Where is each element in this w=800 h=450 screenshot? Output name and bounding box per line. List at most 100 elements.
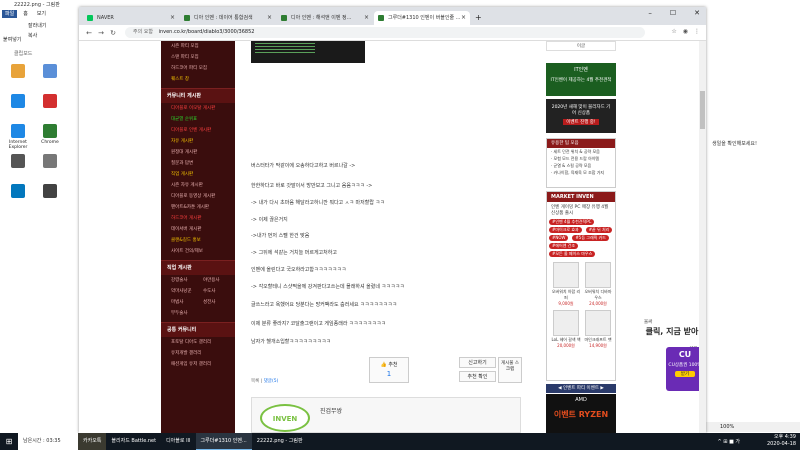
desktop-icon[interactable]: Internet Explorer bbox=[2, 124, 34, 150]
maximize-button[interactable]: ☐ bbox=[670, 9, 676, 17]
sidebar-link[interactable]: 데이서버 게시판 bbox=[161, 224, 235, 235]
star-icon[interactable]: ☆ bbox=[671, 28, 676, 35]
sidebar-link[interactable]: 퀘스트 창 bbox=[161, 74, 235, 85]
browser-tab[interactable]: 그루더#1310 인벤이 버블인줄 ... × bbox=[374, 11, 470, 25]
desktop-icon[interactable] bbox=[34, 94, 66, 110]
account-icon[interactable]: ◉ bbox=[683, 28, 688, 35]
sidebar-link[interactable]: 패션게임 유저 갤러리 bbox=[161, 359, 235, 370]
sidebar-link[interactable]: 유저개발 갤러리 bbox=[161, 348, 235, 359]
tab-close-icon[interactable]: × bbox=[267, 11, 272, 25]
it-inven-banner[interactable]: IT인벤 IT인벤이 제공하는 4월 추천견적 bbox=[546, 63, 616, 96]
tab-close-icon[interactable]: × bbox=[461, 11, 466, 25]
class-link[interactable]: 야만용사 bbox=[203, 275, 235, 286]
taskbar-app[interactable]: 디아블로 III bbox=[161, 433, 195, 450]
market-chip[interactable]: #모든 올 페이스 마우스 bbox=[549, 251, 596, 257]
sidebar-link[interactable]: 디아블로 이모탈 게시판 bbox=[161, 103, 235, 114]
copy-button[interactable]: 복사 bbox=[28, 32, 37, 39]
tray-icons[interactable]: ^ ⊞ ■ 가 bbox=[718, 438, 740, 445]
sidebar-link[interactable]: 디아블로 동영상 게시판 bbox=[161, 191, 235, 202]
sidebar-link[interactable]: 시즌 파티 모집 bbox=[161, 41, 235, 52]
tab-close-icon[interactable]: × bbox=[364, 11, 369, 25]
market-chip[interactable]: #마이크로 효과 bbox=[549, 227, 582, 233]
sidebar-link[interactable]: 클랜&길드 홍보 bbox=[161, 235, 235, 246]
market-product[interactable]: LoL 헤어 갈색 책 20,000원 bbox=[551, 310, 581, 349]
menu-icon[interactable]: ⋮ bbox=[694, 28, 700, 35]
taskbar-app[interactable]: 카카오톡 bbox=[78, 433, 107, 450]
reload-icon[interactable]: ↻ bbox=[107, 29, 119, 37]
author-name[interactable]: 진검무쌍 bbox=[320, 406, 342, 415]
new-tab-button[interactable]: + bbox=[471, 11, 486, 25]
class-link[interactable]: 수도사 bbox=[203, 286, 235, 297]
taskbar-app[interactable]: 그루더#1310 인벤... bbox=[195, 433, 252, 450]
sidebar-link[interactable]: 디아블로 인벤 게시판 bbox=[161, 125, 235, 136]
cu-button[interactable]: 받기 bbox=[675, 371, 695, 377]
sidebar-link[interactable]: 포토탈 디아도 갤러리 bbox=[161, 337, 235, 348]
ad-headline[interactable]: 클릭, 지금 받아! bbox=[646, 326, 702, 337]
recommend-check-button[interactable]: 추천 확인 bbox=[459, 371, 496, 382]
sidebar-link[interactable]: 질문과 답변 bbox=[161, 158, 235, 169]
sidebar-link[interactable]: 하드코어 게시판 bbox=[161, 213, 235, 224]
paint-menu-view[interactable]: 보기 bbox=[34, 10, 49, 18]
scrap-button[interactable]: 게시물 스크랩 bbox=[498, 357, 522, 383]
tip-link[interactable]: · 모험 모드 전용 드랍 아이템 bbox=[547, 155, 615, 162]
sidebar-link[interactable]: 스탠 파티 모집 bbox=[161, 52, 235, 63]
market-chip[interactable]: #에어앤 건조 bbox=[549, 243, 579, 249]
market-chip[interactable]: #인벤 4월 추천견적PC bbox=[549, 219, 595, 225]
close-button[interactable]: ✕ bbox=[694, 9, 700, 17]
security-warning[interactable]: 주의 요함 bbox=[133, 29, 153, 35]
market-product[interactable]: 오버워치 아랍 리퍼 9,000원 bbox=[551, 262, 581, 307]
sidebar-link[interactable]: 사이트 건의/제보 bbox=[161, 246, 235, 257]
desktop-icon[interactable] bbox=[2, 154, 34, 170]
taskbar-app[interactable]: 블리자드 Battle.net bbox=[106, 433, 161, 450]
clock[interactable]: 오후 4:39 2020-04-18 bbox=[767, 434, 796, 448]
scroll-thumb[interactable] bbox=[700, 91, 705, 129]
back-icon[interactable]: ← bbox=[83, 29, 95, 37]
event-pager[interactable]: ◀ 인벤트 파티 이벤트 ▶ bbox=[546, 384, 616, 393]
top-button[interactable]: 이글 bbox=[546, 41, 616, 51]
market-chip[interactable]: #5등 그래픽 카드 bbox=[572, 235, 609, 241]
desktop-icon[interactable]: Chrome bbox=[34, 124, 66, 145]
taskbar-search[interactable]: 남은시간 : 03:35 bbox=[18, 433, 78, 450]
sidebar-link[interactable]: 자유 게시판 bbox=[161, 136, 235, 147]
class-link[interactable]: 성전사 bbox=[203, 297, 235, 308]
recommend-button[interactable]: 👍 추천 1 bbox=[369, 357, 409, 383]
windows-start-icon[interactable]: ⊞ bbox=[0, 433, 18, 450]
tip-link[interactable]: · 카나이함, 육재육 모 조합 가지 bbox=[547, 169, 615, 176]
market-chip[interactable]: #끝 뒤 처리 bbox=[585, 227, 613, 233]
class-link[interactable] bbox=[203, 308, 235, 319]
paint-menu-home[interactable]: 홈 bbox=[20, 10, 31, 18]
desktop-icon[interactable] bbox=[34, 64, 66, 80]
tip-link[interactable]: · 세트 던전 위치 & 공략 모음 bbox=[547, 148, 615, 155]
forward-icon[interactable]: → bbox=[95, 29, 107, 37]
desktop-icon[interactable] bbox=[2, 184, 34, 200]
desktop-icon[interactable] bbox=[34, 154, 66, 170]
paste-button[interactable]: 붙여넣기 bbox=[3, 36, 21, 43]
report-button[interactable]: 신고하기 bbox=[459, 357, 496, 368]
paint-zoom[interactable]: 100% bbox=[706, 422, 800, 432]
sidebar-link[interactable]: 대균열 순위표 bbox=[161, 114, 235, 125]
scrollbar[interactable] bbox=[699, 41, 706, 433]
blizzard-gear-banner[interactable]: 2020년 새해 맞이 블리자드 기어 신상품 이벤트 진행 중! bbox=[546, 99, 616, 133]
browser-tab[interactable]: 디아 인벤 : 데이어 통합검색 × bbox=[180, 11, 276, 25]
sidebar-link[interactable]: 원정대 게시판 bbox=[161, 147, 235, 158]
market-chip[interactable]: #NOW bbox=[549, 235, 569, 241]
class-link[interactable]: 부두술사 bbox=[171, 308, 203, 319]
paint-menu-file[interactable]: 파일 bbox=[2, 10, 18, 18]
class-link[interactable]: 마법사 bbox=[171, 297, 203, 308]
sidebar-link[interactable]: 시즌 자유 게시판 bbox=[161, 180, 235, 191]
url-input[interactable]: 주의 요함 inven.co.kr/board/diablo3/3000/368… bbox=[125, 27, 645, 38]
sidebar-link[interactable]: 하드코어 파티 모집 bbox=[161, 63, 235, 74]
sidebar-link[interactable]: 팬아트&카툰 게시판 bbox=[161, 202, 235, 213]
browser-tab[interactable]: 디아 인벤 : 해석앤 이벤 정... × bbox=[277, 11, 373, 25]
sidebar-link[interactable]: 직업 게시판 bbox=[161, 169, 235, 180]
amd-banner[interactable]: AMD 이벤트 RYZEN bbox=[546, 394, 616, 433]
market-product[interactable]: 마인크래프트 뱃 14,900원 bbox=[583, 310, 613, 349]
class-link[interactable]: 강령술사 bbox=[171, 275, 203, 286]
taskbar-app[interactable]: 22222.png - 그림판 bbox=[252, 433, 308, 450]
desktop-icon[interactable] bbox=[34, 184, 66, 200]
desktop-icon[interactable] bbox=[2, 64, 34, 80]
cut-button[interactable]: 잘라내기 bbox=[28, 22, 46, 29]
market-product[interactable]: 오버워치 디바마우스 24,000원 bbox=[583, 262, 613, 307]
list-link[interactable]: 목록 bbox=[251, 379, 259, 384]
minimize-button[interactable]: – bbox=[648, 9, 652, 17]
